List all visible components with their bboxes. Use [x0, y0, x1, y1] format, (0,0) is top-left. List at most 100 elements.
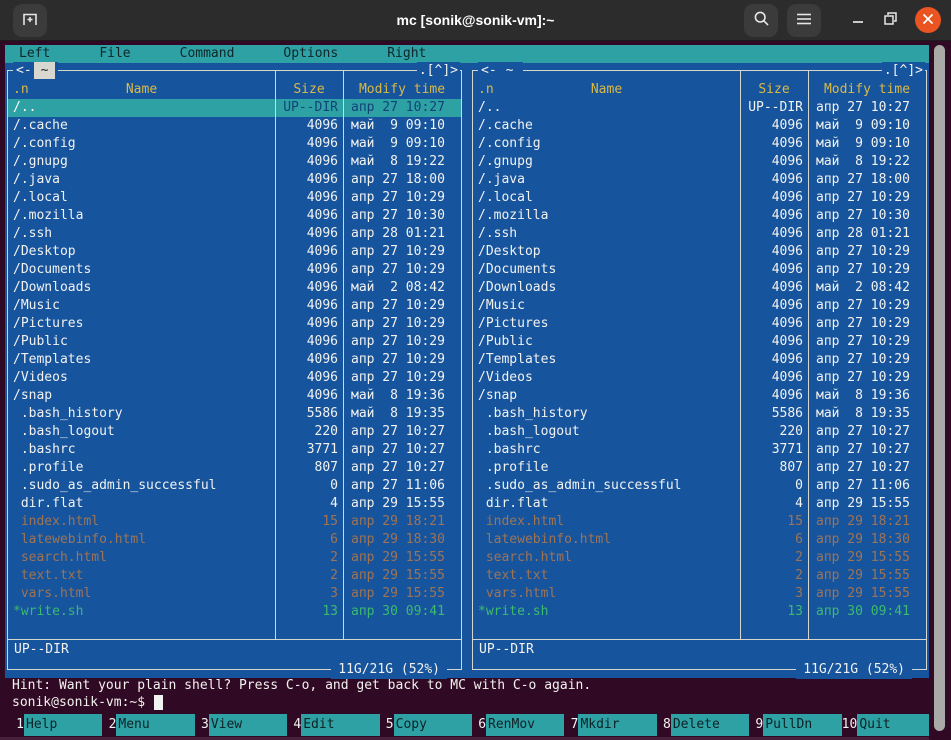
file-row[interactable]: /Videos4096апр 27 10:29: [473, 369, 926, 387]
menu-left[interactable]: Left: [19, 45, 50, 63]
column-header-size[interactable]: Size: [275, 81, 343, 99]
file-row[interactable]: .bashrc3771апр 27 10:27: [473, 441, 926, 459]
history-back-icon[interactable]: <-: [16, 62, 32, 79]
search-button[interactable]: [744, 4, 778, 37]
scrollbar-track[interactable]: [929, 41, 951, 740]
file-time: апр 29 15:55: [808, 549, 926, 567]
fkey-pulldn[interactable]: 9PullDn: [749, 714, 841, 736]
scrollbar-thumb[interactable]: [934, 45, 945, 731]
file-row[interactable]: .sudo_as_admin_successful0апр 27 11:06: [8, 477, 461, 495]
file-row[interactable]: /Desktop4096апр 27 10:29: [473, 243, 926, 261]
history-back-icon[interactable]: <-: [481, 62, 497, 79]
minimize-button[interactable]: [845, 7, 871, 33]
file-row[interactable]: .bash_logout220апр 27 10:27: [473, 423, 926, 441]
menu-options[interactable]: Options: [283, 45, 338, 63]
close-button[interactable]: [915, 7, 941, 33]
file-row[interactable]: .profile807апр 27 10:27: [473, 459, 926, 477]
menu-button[interactable]: [787, 4, 821, 37]
file-row[interactable]: search.html2апр 29 15:55: [473, 549, 926, 567]
file-row[interactable]: /Public4096апр 27 10:29: [473, 333, 926, 351]
file-row[interactable]: /Templates4096апр 27 10:29: [473, 351, 926, 369]
file-row[interactable]: .bashrc3771апр 27 10:27: [8, 441, 461, 459]
file-row[interactable]: /Downloads4096май 2 08:42: [473, 279, 926, 297]
file-row[interactable]: .sudo_as_admin_successful0апр 27 11:06: [473, 477, 926, 495]
menu-right[interactable]: Right: [387, 45, 426, 63]
file-row[interactable]: /snap4096май 8 19:36: [473, 387, 926, 405]
file-row[interactable]: /Music4096апр 27 10:29: [8, 297, 461, 315]
maximize-button[interactable]: [877, 7, 903, 33]
file-row[interactable]: /Pictures4096апр 27 10:29: [8, 315, 461, 333]
panel-path-right[interactable]: <- ~: [478, 62, 523, 79]
fkey-help[interactable]: 1Help: [10, 714, 102, 736]
file-row[interactable]: search.html2апр 29 15:55: [8, 549, 461, 567]
column-header-name[interactable]: Name: [473, 81, 740, 99]
file-row[interactable]: /.java4096апр 27 18:00: [473, 171, 926, 189]
file-row[interactable]: *write.sh13апр 30 09:41: [8, 603, 461, 621]
file-row[interactable]: /Public4096апр 27 10:29: [8, 333, 461, 351]
file-row[interactable]: /..UP--DIRапр 27 10:27: [8, 99, 461, 117]
file-row[interactable]: index.html15апр 29 18:21: [8, 513, 461, 531]
column-header-size[interactable]: Size: [740, 81, 808, 99]
file-row[interactable]: /.local4096апр 27 10:29: [8, 189, 461, 207]
file-row[interactable]: /Desktop4096апр 27 10:29: [8, 243, 461, 261]
file-row[interactable]: /.gnupg4096май 8 19:22: [8, 153, 461, 171]
file-row[interactable]: /.mozilla4096апр 27 10:30: [8, 207, 461, 225]
file-row[interactable]: /.gnupg4096май 8 19:22: [473, 153, 926, 171]
file-row[interactable]: /Templates4096апр 27 10:29: [8, 351, 461, 369]
shell-prompt-line[interactable]: sonik@sonik-vm:~$: [12, 694, 929, 711]
file-row[interactable]: /Music4096апр 27 10:29: [473, 297, 926, 315]
file-row[interactable]: .bash_history5586май 8 19:35: [8, 405, 461, 423]
menu-file[interactable]: File: [99, 45, 130, 63]
file-row[interactable]: /.java4096апр 27 18:00: [8, 171, 461, 189]
column-header-name[interactable]: Name: [8, 81, 275, 99]
file-row[interactable]: /.ssh4096апр 28 01:21: [473, 225, 926, 243]
file-row[interactable]: /.config4096май 9 09:10: [473, 135, 926, 153]
fkey-mkdir[interactable]: 7Mkdir: [564, 714, 656, 736]
file-row[interactable]: dir.flat4апр 29 15:55: [473, 495, 926, 513]
file-row[interactable]: .profile807апр 27 10:27: [8, 459, 461, 477]
current-directory[interactable]: ~: [34, 62, 56, 79]
file-row[interactable]: latewebinfo.html6апр 29 18:30: [8, 531, 461, 549]
file-row[interactable]: /Downloads4096май 2 08:42: [8, 279, 461, 297]
column-header-modify-time[interactable]: Modify time: [808, 81, 926, 99]
file-row[interactable]: /..UP--DIRапр 27 10:27: [473, 99, 926, 117]
panel-path-left[interactable]: <- ~: [13, 62, 58, 79]
fkey-renmov[interactable]: 6RenMov: [472, 714, 564, 736]
file-row[interactable]: text.txt2апр 29 15:55: [8, 567, 461, 585]
file-row[interactable]: /Videos4096апр 27 10:29: [8, 369, 461, 387]
file-row[interactable]: index.html15апр 29 18:21: [473, 513, 926, 531]
file-row[interactable]: /.local4096апр 27 10:29: [473, 189, 926, 207]
fkey-menu[interactable]: 2Menu: [102, 714, 194, 736]
file-row[interactable]: *write.sh13апр 30 09:41: [473, 603, 926, 621]
file-row[interactable]: /.mozilla4096апр 27 10:30: [473, 207, 926, 225]
file-name: vars.html: [473, 585, 745, 603]
fkey-delete[interactable]: 8Delete: [657, 714, 749, 736]
fkey-quit[interactable]: 10Quit: [842, 714, 934, 736]
file-row[interactable]: /.cache4096май 9 09:10: [473, 117, 926, 135]
fkey-view[interactable]: 3View: [195, 714, 287, 736]
file-row[interactable]: /.ssh4096апр 28 01:21: [8, 225, 461, 243]
file-row[interactable]: /.config4096май 9 09:10: [8, 135, 461, 153]
fkey-copy[interactable]: 5Copy: [380, 714, 472, 736]
file-row[interactable]: latewebinfo.html6апр 29 18:30: [473, 531, 926, 549]
column-header-modify-time[interactable]: Modify time: [343, 81, 461, 99]
current-directory[interactable]: ~: [499, 62, 521, 79]
fkey-edit[interactable]: 4Edit: [287, 714, 379, 736]
file-row[interactable]: dir.flat4апр 29 15:55: [8, 495, 461, 513]
file-row[interactable]: vars.html3апр 29 15:55: [8, 585, 461, 603]
file-row[interactable]: text.txt2апр 29 15:55: [473, 567, 926, 585]
file-row[interactable]: /Documents4096апр 27 10:29: [8, 261, 461, 279]
terminal-window[interactable]: Left File Command Options Right <- ~ .[^]> .…: [0, 41, 951, 740]
file-row[interactable]: /.cache4096май 9 09:10: [8, 117, 461, 135]
file-row[interactable]: /snap4096май 8 19:36: [8, 387, 461, 405]
panel-corner-buttons[interactable]: .[^]>: [882, 62, 925, 79]
file-row[interactable]: /Pictures4096апр 27 10:29: [473, 315, 926, 333]
file-row[interactable]: .bash_history5586май 8 19:35: [473, 405, 926, 423]
new-tab-button[interactable]: [13, 4, 47, 37]
file-name: /Pictures: [8, 315, 280, 333]
file-row[interactable]: /Documents4096апр 27 10:29: [473, 261, 926, 279]
file-row[interactable]: .bash_logout220апр 27 10:27: [8, 423, 461, 441]
panel-corner-buttons[interactable]: .[^]>: [417, 62, 460, 79]
file-row[interactable]: vars.html3апр 29 15:55: [473, 585, 926, 603]
menu-command[interactable]: Command: [180, 45, 235, 63]
